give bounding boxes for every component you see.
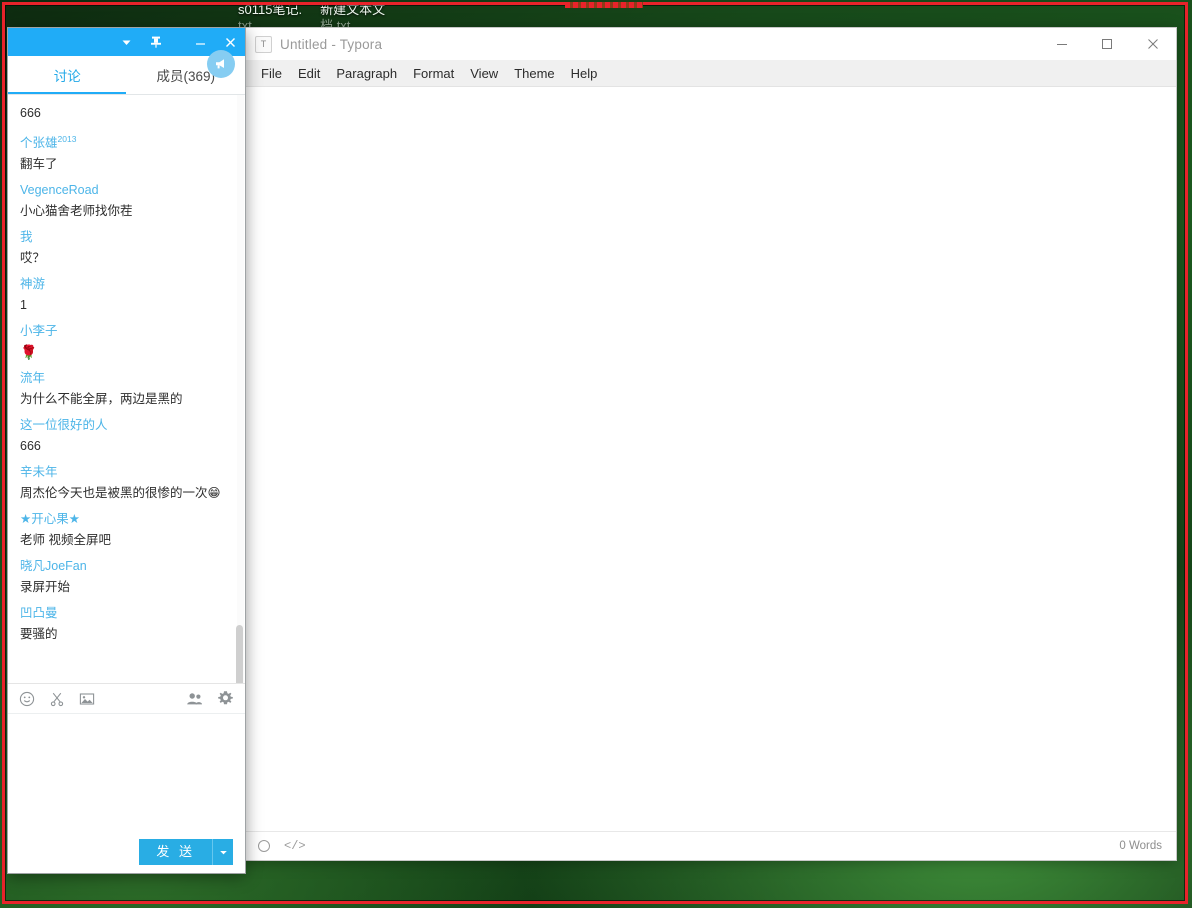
typora-menubar: File Edit Paragraph Format View Theme He… (244, 60, 1176, 87)
list-item: 辛未年 周杰伦今天也是被黑的很惨的一次😁 (8, 463, 245, 503)
qq-input-toolbar (8, 684, 245, 714)
message-body: 666 (20, 439, 41, 454)
qq-minimize-button[interactable] (185, 28, 215, 56)
list-item: 晓凡JoeFan 录屏开始 (8, 557, 245, 597)
message-body: 为什么不能全屏，两边是黑的 (20, 392, 183, 407)
message-sender[interactable]: 小李子 (20, 322, 233, 341)
typora-window-title: Untitled - Typora (280, 36, 383, 52)
image-icon[interactable] (79, 691, 95, 707)
desktop-icon-notes-label: s0115笔记. (238, 2, 303, 17)
caret-down-icon[interactable] (212, 839, 233, 865)
message-body: 周杰伦今天也是被黑的很惨的一次😁 (20, 486, 221, 501)
message-sender[interactable]: 晓凡JoeFan (20, 557, 233, 576)
typora-statusbar: </> 0 Words (244, 831, 1176, 860)
message-sender[interactable]: 神游 (20, 275, 233, 294)
message-scrollbar-thumb[interactable] (236, 625, 243, 683)
message-body: 录屏开始 (20, 580, 71, 595)
send-button-label: 发 送 (156, 844, 195, 859)
list-item: 凹凸曼 要骚的 (8, 604, 245, 644)
qq-message-list[interactable]: 666 个张雄2013 翻车了 VegenceRoad 小心猫舍老师找你茬 我 … (8, 95, 245, 684)
send-button[interactable]: 发 送 (139, 839, 233, 865)
message-body: 要骚的 (20, 627, 58, 642)
message-sender[interactable]: ★开心果★ (20, 510, 233, 529)
message-sender-name: 个张雄 (20, 136, 58, 151)
message-sender-suffix: 2013 (57, 134, 77, 144)
qq-titlebar[interactable] (8, 28, 245, 78)
typora-close-button[interactable] (1129, 28, 1176, 60)
typora-window: T Untitled - Typora File Edit Paragraph … (244, 28, 1176, 860)
circle-icon[interactable] (258, 840, 270, 852)
gear-icon[interactable] (217, 690, 234, 707)
menu-format[interactable]: Format (405, 63, 462, 84)
message-scrollbar-track[interactable] (236, 95, 244, 683)
list-item: 神游 1 (8, 275, 245, 315)
smiley-icon[interactable] (19, 691, 35, 707)
list-item: ★开心果★ 老师 视频全屏吧 (8, 510, 245, 550)
message-body: 老师 视频全屏吧 (20, 533, 111, 548)
tab-discussion[interactable]: 讨论 (8, 56, 127, 94)
menu-edit[interactable]: Edit (290, 63, 328, 84)
message-body: 哎？ (20, 251, 46, 266)
source-code-icon[interactable]: </> (284, 839, 306, 853)
message-sender[interactable]: 这一位很好的人 (20, 416, 233, 435)
word-count-label: 0 Words (1119, 840, 1162, 852)
list-item: VegenceRoad 小心猫舍老师找你茬 (8, 181, 245, 221)
megaphone-icon[interactable] (207, 50, 235, 78)
desktop-background: s0115笔记. txt 新建文本文 档.txt T Untitled - Ty… (0, 0, 1192, 908)
typora-maximize-button[interactable] (1084, 28, 1129, 60)
tab-active-underline (8, 91, 126, 94)
list-item: 个张雄2013 翻车了 (8, 130, 245, 174)
scissors-icon[interactable] (49, 691, 65, 707)
message-body: 小心猫舍老师找你茬 (20, 204, 133, 219)
message-sender[interactable]: 辛未年 (20, 463, 233, 482)
list-item: 这一位很好的人 666 (8, 416, 245, 456)
typora-minimize-button[interactable] (1039, 28, 1084, 60)
message-sender[interactable]: 个张雄2013 (20, 130, 233, 153)
message-body: 翻车了 (20, 157, 58, 172)
message-body: 666 (20, 106, 41, 120)
list-item: 我 哎？ (8, 228, 245, 268)
message-sender[interactable]: 我 (20, 228, 233, 247)
menu-paragraph[interactable]: Paragraph (328, 63, 405, 84)
menu-view[interactable]: View (462, 63, 506, 84)
chevron-down-icon[interactable] (111, 28, 141, 56)
typora-editor-area[interactable] (244, 87, 1176, 831)
typora-app-icon: T (255, 35, 272, 53)
message-sender[interactable]: VegenceRoad (20, 181, 233, 200)
message-body: 1 (20, 298, 27, 313)
message-sender[interactable]: 流年 (20, 369, 233, 388)
message-body: 🌹 (20, 344, 38, 361)
qq-group-chat-window: 讨论 成员(369) 666 个张雄2013 翻车了 VegenceRoad 小… (8, 28, 245, 873)
typora-window-controls (1039, 28, 1176, 60)
list-item: 666 (8, 103, 245, 123)
list-item: 流年 为什么不能全屏，两边是黑的 (8, 369, 245, 409)
menu-help[interactable]: Help (563, 63, 606, 84)
menu-theme[interactable]: Theme (506, 63, 562, 84)
desktop-icon-newtext-label: 新建文本文 (320, 2, 386, 17)
list-item: 小李子 🌹 (8, 322, 245, 362)
people-icon[interactable] (186, 691, 203, 707)
typora-titlebar[interactable]: T Untitled - Typora (244, 28, 1176, 60)
message-sender[interactable]: 凹凸曼 (20, 604, 233, 623)
qq-send-bar: 发 送 (8, 831, 245, 873)
pin-icon[interactable] (141, 28, 171, 56)
message-input[interactable] (8, 714, 245, 831)
menu-file[interactable]: File (253, 63, 290, 84)
